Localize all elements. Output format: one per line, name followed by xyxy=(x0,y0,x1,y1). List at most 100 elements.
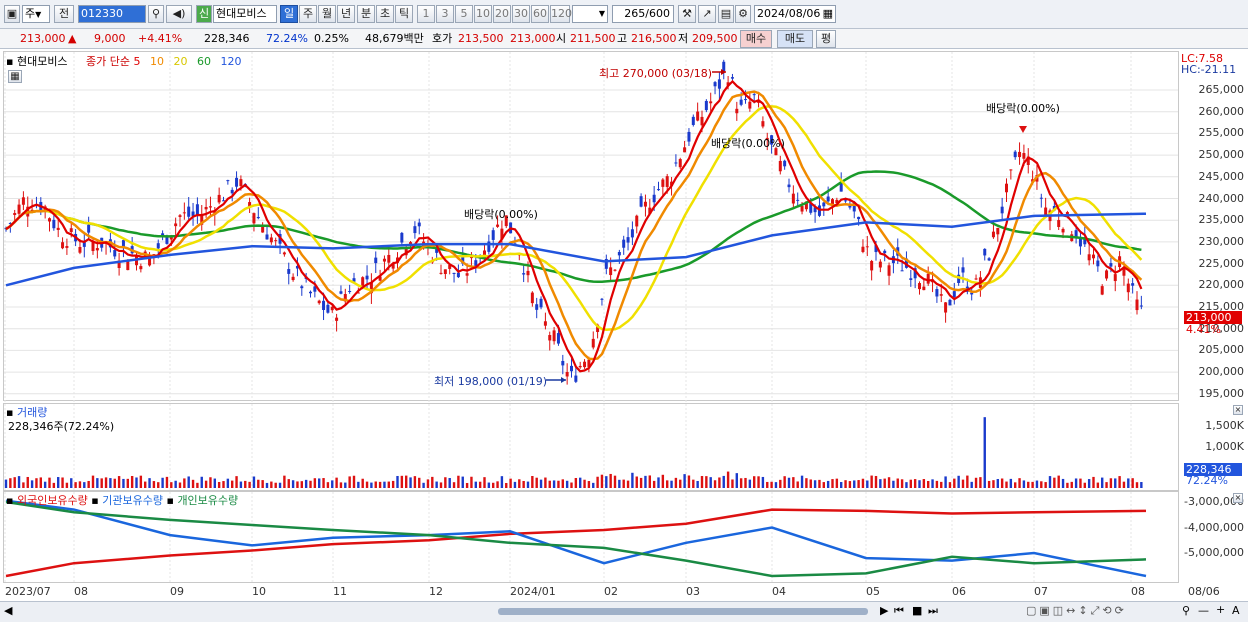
volume-bar xyxy=(605,476,608,488)
volume-bar xyxy=(722,475,725,488)
zoom-in-icon[interactable]: + xyxy=(1216,603,1225,616)
volume-bar xyxy=(918,480,921,488)
candle-body xyxy=(208,206,212,208)
volume-bar xyxy=(309,480,312,488)
volume-bar xyxy=(766,481,769,488)
candle-body xyxy=(991,231,995,238)
volume-bar xyxy=(113,478,116,488)
zoom-out-icon[interactable]: — xyxy=(1198,604,1209,617)
candle-body xyxy=(939,294,943,296)
last-icon[interactable]: ⏭ xyxy=(928,604,938,618)
volume-bar xyxy=(596,476,599,488)
volume-bar xyxy=(935,480,939,488)
volume-bar xyxy=(196,482,199,488)
volume-bar xyxy=(200,476,203,488)
volume-bar xyxy=(622,479,625,488)
ma-legend-20: 20 xyxy=(173,55,188,68)
volume-bar xyxy=(700,476,704,488)
first-icon[interactable]: ⏮ xyxy=(894,604,904,618)
candle-body xyxy=(413,226,417,234)
candle-body xyxy=(1044,207,1048,216)
volume-bar xyxy=(165,476,169,488)
volume-bar xyxy=(122,478,125,488)
volume-bar xyxy=(235,476,238,488)
candle-body xyxy=(744,99,747,101)
candle-body xyxy=(565,372,569,377)
dividend-label-3: 배당락(0.00%) xyxy=(986,102,1060,115)
close-icon[interactable]: × xyxy=(1233,405,1243,415)
holdings-legend: ▪ 외국인보유수량 ▪ 기관보유수량 ▪ 개인보유수량 xyxy=(6,494,239,507)
candle-body xyxy=(922,286,926,291)
volume-bar xyxy=(126,478,129,488)
volume-bar xyxy=(157,482,160,488)
volume-bar xyxy=(770,481,773,488)
scroll-thumb[interactable] xyxy=(498,608,868,615)
candle-body xyxy=(1131,283,1135,286)
candle-body xyxy=(535,304,539,310)
candle-body xyxy=(526,270,530,276)
candle-body xyxy=(552,330,556,342)
volume-bar xyxy=(9,478,12,488)
stop-icon[interactable]: ■ xyxy=(912,604,922,617)
x-tick-label: 04 xyxy=(772,585,786,598)
scroll-right-icon[interactable]: ▶ xyxy=(880,604,888,617)
candle-body xyxy=(226,180,230,182)
candle-body xyxy=(926,273,930,284)
scroll-left-icon[interactable]: ◀ xyxy=(4,604,12,617)
candle-body xyxy=(613,269,617,271)
candle-body xyxy=(52,219,56,229)
volume-bar xyxy=(844,480,847,488)
legend-foreign: 외국인보유수량 xyxy=(16,494,88,507)
candle-body xyxy=(844,200,848,202)
candle-body xyxy=(204,206,208,210)
volume-readout: 228,346주(72.24%) xyxy=(8,420,115,433)
volume-bar xyxy=(448,478,451,488)
candle-body xyxy=(961,267,965,273)
volume-bar xyxy=(178,482,182,488)
volume-bar xyxy=(70,478,73,488)
candle-body xyxy=(626,237,630,243)
candle-body xyxy=(909,278,913,280)
volume-bar xyxy=(274,482,277,488)
volume-bar xyxy=(352,475,356,488)
volume-bar xyxy=(840,482,843,488)
volume-bar xyxy=(744,477,747,488)
volume-bar xyxy=(848,481,852,488)
zoom-icon[interactable]: ⚲ xyxy=(1182,604,1190,617)
candle-body xyxy=(617,251,621,256)
tool-icons[interactable]: ▢▣◫↔↕⤢⟲⟳ xyxy=(1026,604,1127,618)
volume-bar xyxy=(922,479,926,488)
holdings-tick-label: -4,000,000 xyxy=(1184,520,1244,534)
volume-bar xyxy=(739,478,743,488)
candle-body xyxy=(1057,220,1061,227)
volume-bar xyxy=(222,481,225,488)
chart-lines xyxy=(5,79,1147,373)
volume-bar xyxy=(887,477,891,488)
candle-body xyxy=(735,108,739,114)
volume-bar xyxy=(300,481,303,488)
volume-bar xyxy=(1140,482,1143,488)
volume-bar xyxy=(713,480,717,488)
volume-bar xyxy=(65,482,69,488)
font-size-icon[interactable]: A xyxy=(1232,604,1240,617)
dividend-marker xyxy=(1019,126,1027,133)
close-icon[interactable]: × xyxy=(1233,493,1243,503)
candle-body xyxy=(17,204,21,214)
candle-body xyxy=(374,257,378,264)
volume-bar xyxy=(679,479,682,488)
volume-bar xyxy=(370,482,373,488)
volume-bar xyxy=(1074,478,1078,488)
volume-bar xyxy=(692,479,695,488)
volume-bar xyxy=(109,478,112,488)
calculator-icon[interactable]: ▦ xyxy=(8,70,22,83)
ma-legend-120: 120 xyxy=(220,55,242,68)
volume-bar xyxy=(174,480,177,488)
volume-bar xyxy=(866,480,869,488)
candle-body xyxy=(1135,299,1139,311)
candle-body xyxy=(791,193,795,204)
volume-bar xyxy=(505,482,508,488)
scrollbar[interactable]: ◀ ▶ ⏮ ■ ⏭ ▢▣◫↔↕⤢⟲⟳ ⚲ — + A xyxy=(0,601,1248,622)
volume-bar xyxy=(470,476,473,488)
x-tick-label: 11 xyxy=(333,585,347,598)
volume-bar xyxy=(204,480,208,488)
